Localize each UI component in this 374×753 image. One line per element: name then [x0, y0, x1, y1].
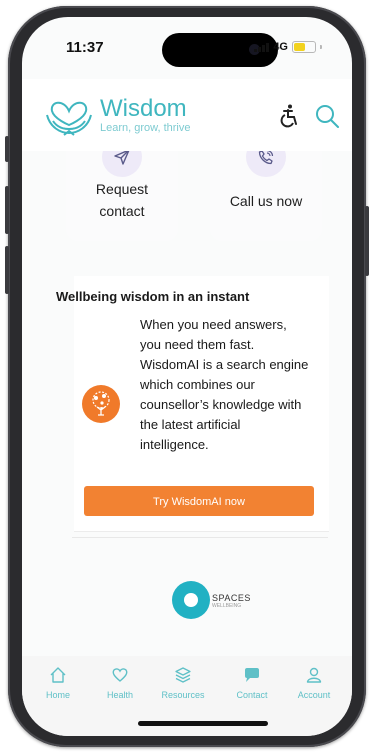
- call-us-card[interactable]: Call us now: [210, 151, 322, 241]
- phone-screen: 11:37 4G Wisdom Learn, grow, thrive Requ…: [22, 17, 352, 736]
- heart-icon: [112, 668, 128, 682]
- call-us-label: Call us now: [229, 193, 303, 209]
- signal-icon: [254, 42, 270, 52]
- chat-icon: [245, 668, 259, 682]
- wisdom-ai-title: Wellbeing wisdom in an instant: [56, 289, 250, 304]
- status-indicators: 4G: [254, 41, 322, 53]
- wisdom-line: you need them fast.: [140, 337, 255, 352]
- resources-icon: [175, 667, 191, 683]
- wisdom-line: When you need answers,: [140, 317, 287, 332]
- tab-account[interactable]: Account: [284, 666, 344, 700]
- search-icon[interactable]: [314, 103, 340, 129]
- wisdom-ai-description: When you need answers, you need them fas…: [140, 315, 315, 455]
- battery-icon: [292, 41, 316, 53]
- tab-label: Account: [297, 690, 331, 700]
- partner-name: SPACES: [212, 593, 251, 603]
- request-contact-label-1: Request: [95, 181, 149, 197]
- partner-logo: SPACES WELLBEING: [172, 581, 292, 621]
- side-button: [5, 136, 9, 162]
- paper-plane-icon: [114, 151, 130, 165]
- home-icon: [50, 667, 66, 683]
- section-divider: [72, 537, 328, 538]
- wisdom-line: the latest artificial: [140, 417, 241, 432]
- accessibility-icon[interactable]: [276, 103, 302, 129]
- wisdom-line: intelligence.: [140, 437, 209, 452]
- partner-logo-circle: [172, 581, 210, 619]
- partner-sub: WELLBEING: [212, 603, 242, 609]
- tab-contact[interactable]: Contact: [222, 666, 282, 700]
- wisdom-line: which combines our: [140, 377, 255, 392]
- phone-call-icon: [258, 151, 274, 165]
- brand-name: Wisdom: [100, 95, 187, 122]
- power-button: [365, 206, 369, 276]
- wisdom-line: WisdomAI is a search engine: [140, 357, 309, 372]
- tab-label: Contact: [236, 690, 268, 700]
- user-icon: [306, 667, 322, 683]
- volume-down-button: [5, 246, 9, 294]
- main-content: Request contact Call us now Wellbeing wi…: [22, 151, 352, 656]
- network-type: 4G: [273, 41, 288, 53]
- request-contact-icon-circle: [102, 151, 142, 177]
- tab-label: Health: [106, 690, 133, 700]
- request-contact-label-2: contact: [99, 203, 145, 219]
- call-us-icon-circle: [246, 151, 286, 177]
- tab-resources[interactable]: Resources: [153, 666, 213, 700]
- tab-health[interactable]: Health: [90, 666, 150, 700]
- brand: Wisdom Learn, grow, thrive: [100, 95, 191, 135]
- status-time: 11:37: [66, 39, 104, 56]
- request-contact-card[interactable]: Request contact: [66, 151, 178, 241]
- wisdom-logo-icon: [46, 101, 92, 136]
- try-wisdomai-button[interactable]: Try WisdomAI now: [84, 486, 314, 516]
- home-indicator[interactable]: [138, 721, 268, 726]
- app-header: Wisdom Learn, grow, thrive: [22, 79, 352, 151]
- brand-tagline: Learn, grow, thrive: [100, 122, 191, 134]
- wisdom-tree-icon: [82, 385, 120, 423]
- wisdom-line: counsellor’s knowledge with: [140, 397, 302, 412]
- tab-home[interactable]: Home: [28, 666, 88, 700]
- tab-label: Home: [45, 690, 70, 700]
- volume-up-button: [5, 186, 9, 234]
- tab-label: Resources: [161, 690, 205, 700]
